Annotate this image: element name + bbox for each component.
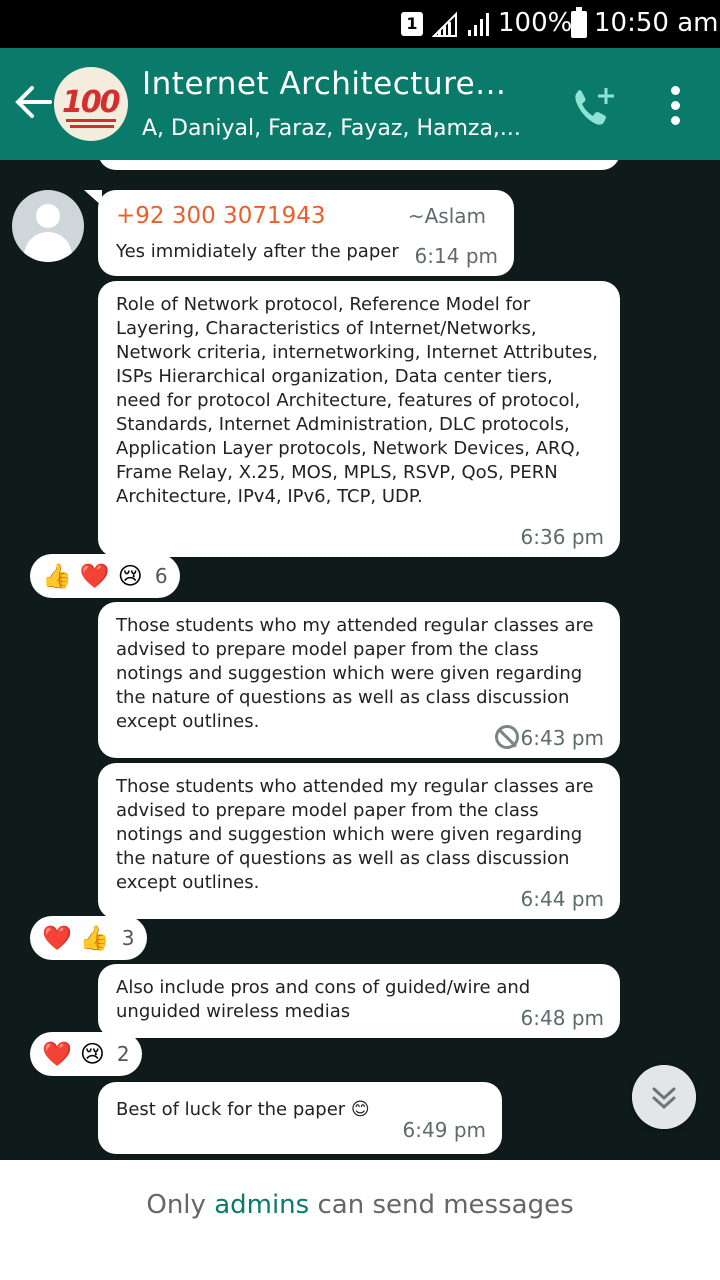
thumbs-up-icon: 👍 [79,924,110,952]
back-arrow-icon[interactable] [14,82,54,122]
previous-message-bubble [98,160,620,170]
message-text: Best of luck for the paper 😊 [116,1099,370,1120]
reactions-bar[interactable]: 👍 ❤️ 😢 6 [30,554,180,598]
clock: 10:50 am [594,8,719,38]
message-text: Those students who attended my regular c… [116,776,594,893]
status-bar: 1 100% 10:50 am [0,0,720,48]
message-bubble[interactable]: Those students who my attended regular c… [98,602,620,758]
admin-only-notice: Only admins can send messages [146,1190,574,1220]
sender-name: ~Aslam [407,204,486,228]
message-time: 6:43 pm [494,725,604,750]
message-text: Role of Network protocol, Reference Mode… [116,294,598,507]
scroll-to-bottom-button[interactable] [632,1065,696,1129]
add-call-icon[interactable] [568,84,618,130]
message-time: 6:48 pm [520,1006,604,1030]
group-members[interactable]: A, Daniyal, Faraz, Fayaz, Hamza,... [142,116,521,141]
message-bubble[interactable]: Also include pros and cons of guided/wir… [98,964,620,1038]
message-bubble[interactable]: Best of luck for the paper 😊 6:49 pm [98,1082,502,1154]
sender-phone[interactable]: +92 300 3071943 [116,204,326,228]
battery-icon [571,7,587,38]
message-bubble[interactable]: Those students who attended my regular c… [98,763,620,919]
heart-icon: ❤️ [42,1040,72,1068]
reactions-bar[interactable]: ❤️ 😢 2 [30,1032,142,1076]
message-text: Yes immidiately after the paper [116,241,399,262]
message-time: 6:14 pm [414,244,498,268]
group-avatar[interactable]: 100 [54,67,128,141]
admins-link[interactable]: admins [214,1190,309,1220]
message-time: 6:49 pm [402,1118,486,1142]
composer-restricted-notice: Only admins can send messages [0,1160,720,1280]
message-time: 6:44 pm [520,887,604,911]
signal-icon [432,11,489,37]
sim-indicator: 1 [401,12,423,36]
reaction-count: 6 [154,564,168,588]
crying-face-icon: 😢 [79,1040,105,1068]
chat-header: 100 Internet Architecture... A, Daniyal,… [0,48,720,160]
user-avatar[interactable] [12,190,84,262]
thumbs-up-icon: 👍 [42,562,72,590]
crying-face-icon: 😢 [117,562,143,590]
message-bubble[interactable]: Role of Network protocol, Reference Mode… [98,281,620,557]
battery-percent: 100% [498,8,573,38]
overflow-menu-icon[interactable] [670,86,682,126]
group-title[interactable]: Internet Architecture... [142,66,506,102]
heart-icon: ❤️ [42,924,72,952]
heart-icon: ❤️ [79,562,110,590]
reaction-count: 3 [121,926,135,950]
message-time: 6:36 pm [520,525,604,549]
message-list[interactable]: +92 300 3071943 ~Aslam Yes immidiately a… [0,160,720,1160]
reaction-count: 2 [116,1042,130,1066]
message-text: Those students who my attended regular c… [116,615,594,732]
reactions-bar[interactable]: ❤️ 👍 3 [30,916,147,960]
message-bubble[interactable]: +92 300 3071943 ~Aslam Yes immidiately a… [98,190,514,276]
hundred-emoji-icon: 100 [62,85,121,120]
deleted-icon [494,725,519,749]
